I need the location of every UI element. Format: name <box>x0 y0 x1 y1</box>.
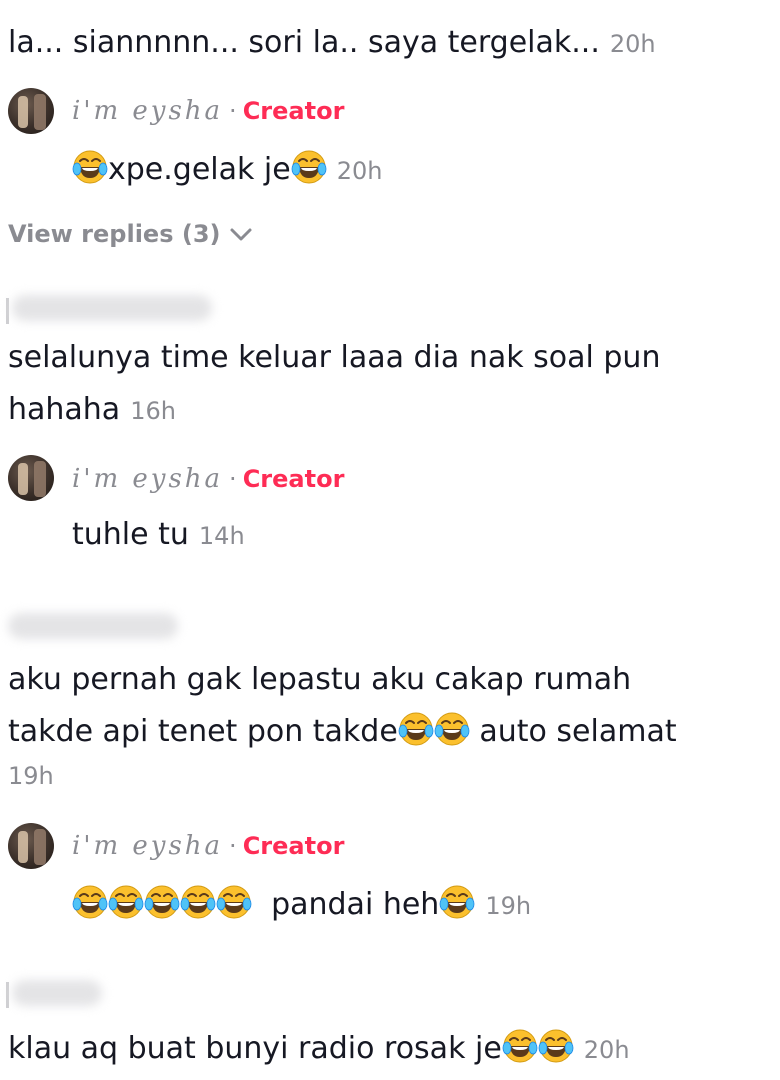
comment-4-body: klau aq buat bunyi radio rosak je 20h <box>8 1024 630 1075</box>
comment-4-text: klau aq buat bunyi radio rosak je <box>8 1031 502 1066</box>
face-with-tears-of-joy-icon <box>72 149 108 185</box>
separator-dot: · <box>229 97 237 125</box>
face-with-tears-of-joy-icon <box>291 149 327 185</box>
reply-2-author[interactable]: i'm eysha <box>72 464 223 494</box>
blurred-username <box>12 295 212 321</box>
creator-badge: Creator <box>242 832 345 860</box>
comment-3-line-1: aku pernah gak lepastu aku cakap rumah <box>8 662 632 697</box>
reply-1-body: xpe.gelak je 20h <box>72 145 382 196</box>
chevron-down-icon <box>230 228 252 241</box>
face-with-tears-of-joy-icon <box>502 1028 538 1064</box>
face-with-tears-of-joy-icon <box>434 711 470 747</box>
reply-2-header: i'm eysha · Creator <box>72 461 344 500</box>
comment-4-time: 20h <box>583 1036 630 1064</box>
comment-1-time: 20h <box>609 30 656 58</box>
reply-3-text: pandai heh <box>271 887 440 922</box>
blurred-username <box>8 613 178 639</box>
creator-avatar[interactable] <box>8 88 54 134</box>
comment-1-body: la... siannnnn... sori la.. saya tergela… <box>8 18 656 69</box>
comment-3-line-2: takde api tenet pon takde auto selamat <box>8 707 677 757</box>
reply-3-author[interactable]: i'm eysha <box>72 831 223 861</box>
face-with-tears-of-joy-icon <box>108 884 144 920</box>
separator-dot: · <box>229 465 237 493</box>
comment-3-text-b: auto selamat <box>479 714 677 749</box>
creator-badge: Creator <box>242 465 345 493</box>
view-replies-button[interactable]: View replies (3) <box>8 217 253 251</box>
blurred-username <box>12 980 102 1006</box>
face-with-tears-of-joy-icon <box>398 711 434 747</box>
reply-1-time: 20h <box>336 157 383 185</box>
comment-2-line-2: hahaha 16h <box>8 385 176 436</box>
face-with-tears-of-joy-icon <box>180 884 216 920</box>
comment-2-text-end: hahaha <box>8 392 121 427</box>
username-blur-edge <box>6 982 9 1008</box>
creator-avatar[interactable] <box>8 823 54 869</box>
reply-1-text: xpe.gelak je <box>108 152 291 187</box>
username-blur-edge <box>6 298 9 324</box>
comment-2-line-1: selalunya time keluar laaa dia nak soal … <box>8 340 661 375</box>
comment-3-time: 19h <box>8 762 54 790</box>
reply-2-text: tuhle tu <box>72 517 189 552</box>
face-with-tears-of-joy-icon <box>538 1028 574 1064</box>
reply-2-body: tuhle tu 14h <box>72 510 245 561</box>
face-with-tears-of-joy-icon <box>439 884 475 920</box>
reply-3-header: i'm eysha · Creator <box>72 828 344 867</box>
face-with-tears-of-joy-icon <box>144 884 180 920</box>
creator-badge: Creator <box>242 97 345 125</box>
face-with-tears-of-joy-icon <box>72 884 108 920</box>
creator-avatar[interactable] <box>8 455 54 501</box>
view-replies-label: View replies (3) <box>8 220 221 248</box>
comment-1-text: la... siannnnn... sori la.. saya tergela… <box>8 25 600 60</box>
reply-3-time: 19h <box>485 892 532 920</box>
reply-1-author[interactable]: i'm eysha <box>72 96 223 126</box>
separator-dot: · <box>229 832 237 860</box>
reply-2-time: 14h <box>198 522 245 550</box>
reply-3-body: pandai heh 19h <box>72 880 531 931</box>
reply-1-header: i'm eysha · Creator <box>72 93 344 132</box>
comment-3-text-a: takde api tenet pon takde <box>8 714 398 749</box>
face-with-tears-of-joy-icon <box>216 884 252 920</box>
comment-2-time: 16h <box>130 397 176 425</box>
